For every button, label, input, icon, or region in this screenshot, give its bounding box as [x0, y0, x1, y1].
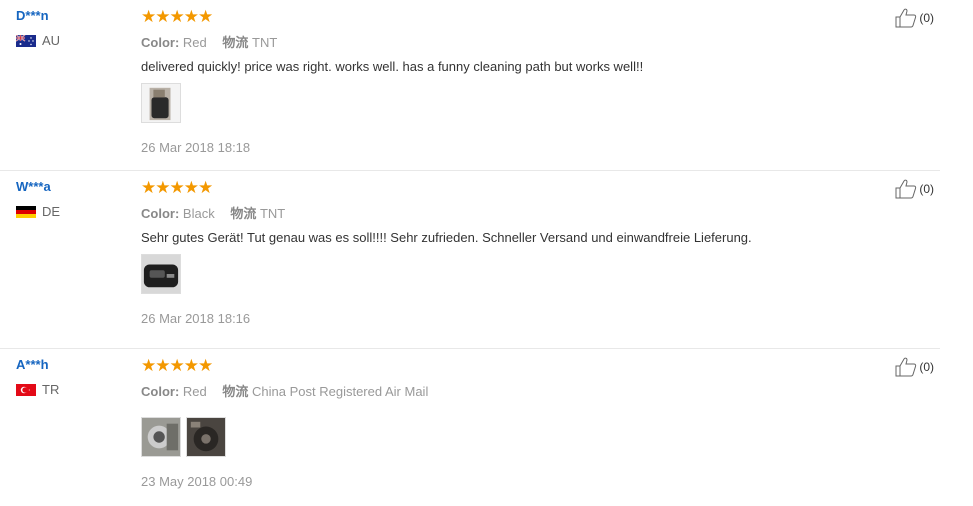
color-label: Color: — [141, 206, 180, 221]
review-text: delivered quickly! price was right. work… — [141, 59, 644, 74]
review-photo-thumbnail[interactable] — [186, 417, 226, 457]
thumbs-up-icon — [895, 8, 917, 28]
shipping-value: TNT — [252, 35, 278, 50]
helpful-button[interactable]: (0) — [895, 8, 934, 28]
scrollbar[interactable] — [967, 0, 973, 505]
helpful-button[interactable]: (0) — [895, 357, 934, 377]
feedback-list: D***n AU ★★★★★ Color: Red 物流 TNT deliver… — [0, 0, 940, 506]
review-date: 26 Mar 2018 18:16 — [141, 311, 251, 326]
review-content: ★★★★★ Color: Red 物流 China Post Registere… — [141, 357, 900, 489]
reviewer-info: A***h TR — [16, 357, 59, 397]
review-photos — [141, 417, 900, 457]
helpful-button[interactable]: (0) — [895, 179, 934, 199]
star-rating: ★★★★★ — [141, 7, 213, 26]
reviewer-name: W***a — [16, 179, 51, 194]
reviewer-country: AU — [16, 33, 60, 48]
reviewer-name: A***h — [16, 357, 49, 372]
reviewer-country: DE — [16, 204, 60, 219]
shipping-label: 物流 — [222, 35, 249, 50]
shipping-label: 物流 — [230, 206, 257, 221]
photo-image — [142, 255, 180, 293]
review-photo-thumbnail[interactable] — [141, 254, 181, 294]
reviewer-name: D***n — [16, 8, 49, 23]
thumbs-up-icon — [895, 179, 917, 199]
review-content: ★★★★★ Color: Black 物流 TNT Sehr gutes Ger… — [141, 179, 900, 326]
color-value: Red — [182, 384, 207, 399]
thumbs-up-icon — [895, 357, 917, 377]
helpful-count: (0) — [919, 182, 934, 196]
color-label: Color: — [141, 384, 180, 399]
photo-image — [142, 84, 180, 122]
review-photo-thumbnail[interactable] — [141, 83, 181, 123]
flag-tr-icon — [16, 383, 36, 396]
review-photos — [141, 254, 900, 294]
photo-image — [187, 418, 225, 456]
review-text: Sehr gutes Gerät! Tut genau was es soll!… — [141, 230, 752, 245]
country-code: AU — [42, 33, 61, 48]
helpful-count: (0) — [919, 360, 934, 374]
reviewer-info: D***n AU — [16, 8, 60, 48]
star-rating: ★★★★★ — [141, 356, 213, 375]
star-rating: ★★★★★ — [141, 178, 213, 197]
review-attributes: Color: Red 物流 China Post Registered Air … — [141, 381, 900, 400]
shipping-value: China Post Registered Air Mail — [252, 384, 429, 399]
review-photos — [141, 83, 900, 123]
review-photo-thumbnail[interactable] — [141, 417, 181, 457]
review-date: 26 Mar 2018 18:18 — [141, 140, 251, 155]
review-item: A***h TR ★★★★★ Color: Red 物流 China Post … — [0, 349, 940, 506]
flag-au-icon — [16, 34, 36, 47]
color-value: Black — [182, 206, 215, 221]
flag-de-icon — [16, 205, 36, 218]
reviewer-country: TR — [16, 382, 59, 397]
review-content: ★★★★★ Color: Red 物流 TNT delivered quickl… — [141, 8, 900, 155]
color-value: Red — [182, 35, 207, 50]
review-item: D***n AU ★★★★★ Color: Red 物流 TNT deliver… — [0, 0, 940, 171]
review-date: 23 May 2018 00:49 — [141, 474, 253, 489]
shipping-value: TNT — [259, 206, 286, 221]
reviewer-info: W***a DE — [16, 179, 60, 219]
country-code: DE — [42, 204, 61, 219]
helpful-count: (0) — [919, 11, 934, 25]
photo-image — [142, 418, 180, 456]
country-code: TR — [42, 382, 60, 397]
shipping-label: 物流 — [222, 384, 249, 399]
review-attributes: Color: Red 物流 TNT — [141, 32, 900, 51]
review-attributes: Color: Black 物流 TNT — [141, 203, 900, 222]
color-label: Color: — [141, 35, 180, 50]
review-item: W***a DE ★★★★★ Color: Black 物流 TNT Sehr … — [0, 171, 940, 349]
